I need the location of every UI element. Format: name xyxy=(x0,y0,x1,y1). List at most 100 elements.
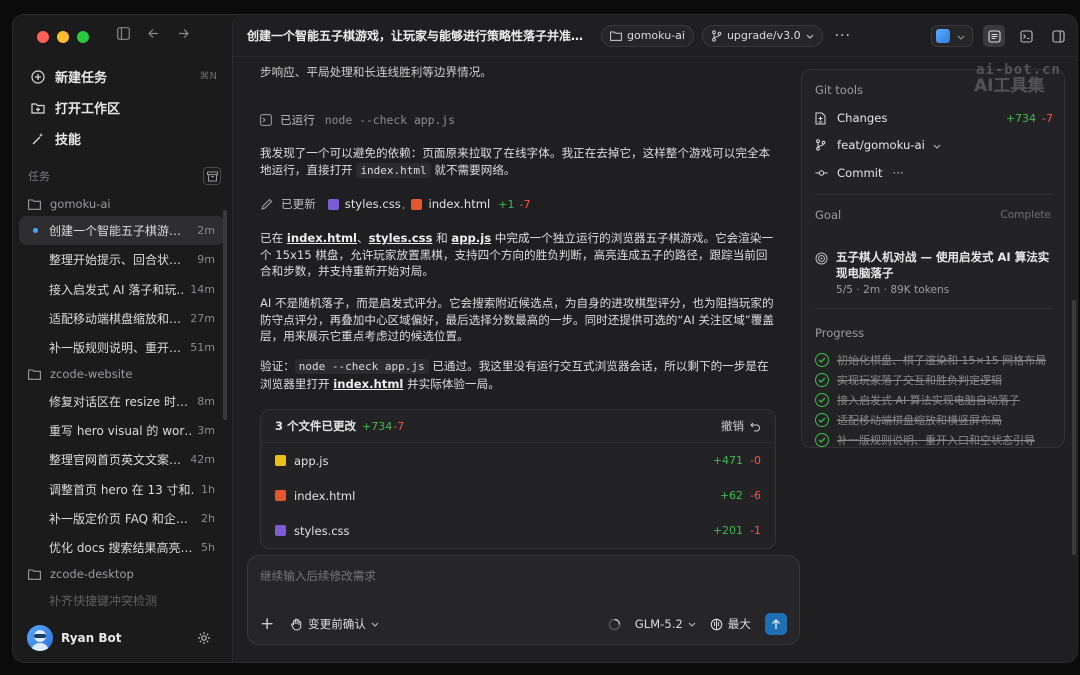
folder-icon xyxy=(610,31,622,41)
sidebar-scrollbar[interactable] xyxy=(223,210,227,420)
task-item[interactable]: 调整首页 hero 在 13 寸和… 1h xyxy=(19,474,225,503)
file-link[interactable]: app.js xyxy=(451,231,491,245)
model-selector[interactable]: GLM-5.2 xyxy=(635,617,696,631)
close-window-button[interactable] xyxy=(37,31,49,43)
task-item[interactable]: 补一版定价页 FAQ 和企… 2h xyxy=(19,504,225,533)
gear-icon[interactable] xyxy=(197,631,213,647)
chevron-down-icon xyxy=(806,29,814,42)
changed-file-row[interactable]: styles.css +201 -1 xyxy=(261,513,775,548)
lines-removed: -7 xyxy=(519,197,531,211)
task-item[interactable]: 修复对话区在 resize 时… 8m xyxy=(19,386,225,415)
task-title: 补一版定价页 FAQ 和企… xyxy=(49,511,188,526)
conversation-title: 创建一个智能五子棋游戏，让玩家与能够进行策略性落子并准确判断… xyxy=(247,29,593,43)
task-time: 8m xyxy=(197,394,215,408)
minimize-window-button[interactable] xyxy=(57,31,69,43)
commit-row[interactable]: Commit ··· xyxy=(815,166,1053,180)
progress-text: 接入启发式 AI 算法实现电脑自动落子 xyxy=(837,394,1020,407)
task-item[interactable]: 重写 hero visual 的 wor… 3m xyxy=(19,416,225,445)
branch-selector[interactable]: upgrade/v3.0 xyxy=(701,24,823,47)
file-link[interactable]: styles.css xyxy=(369,231,433,245)
task-item[interactable]: 创建一个智能五子棋游… 2m xyxy=(19,216,225,246)
file-link[interactable]: index.html xyxy=(287,231,357,245)
conversation: 步响应、平局处理和长连线胜利等边界情况。 已运行 node --check ap… xyxy=(233,58,803,558)
task-title: 重写 hero visual 的 wor… xyxy=(49,423,192,438)
changes-added: +734 xyxy=(1005,111,1037,125)
user-profile[interactable]: Ryan Bot xyxy=(27,625,121,651)
notes-panel-button[interactable] xyxy=(983,25,1005,47)
composer-input[interactable]: 继续输入后续修改需求 xyxy=(260,568,376,584)
task-item[interactable]: 适配移动端棋盘缩放和… 27m xyxy=(19,304,225,333)
composer[interactable]: 继续输入后续修改需求 + 变更前确认 GLM-5.2 最大 xyxy=(247,555,800,645)
add-attachment-button[interactable]: + xyxy=(260,614,280,634)
magic-wand-icon xyxy=(29,130,47,148)
terminal-button[interactable] xyxy=(1015,25,1037,47)
tool-run-line[interactable]: 已运行 node --check app.js xyxy=(260,112,455,128)
task-time: 2h xyxy=(201,511,215,525)
back-arrow-icon[interactable] xyxy=(145,27,161,44)
goal-status: Complete xyxy=(1000,209,1051,221)
task-item[interactable]: 整理官网首页英文文案… 42m xyxy=(19,445,225,474)
more-options-button[interactable]: ··· xyxy=(835,28,851,44)
task-time: 14m xyxy=(190,282,215,296)
task-time: 1h xyxy=(201,482,215,496)
task-time: 42m xyxy=(190,453,215,467)
task-group-gomoku-ai[interactable]: gomoku-ai xyxy=(19,192,225,216)
group-name: zcode-website xyxy=(50,367,133,382)
top-right-toolbar xyxy=(931,25,1069,47)
toggle-right-panel-button[interactable] xyxy=(1047,25,1069,47)
changes-removed: -7 xyxy=(1042,111,1053,125)
folder-icon xyxy=(28,369,42,380)
commit-more-button[interactable]: ··· xyxy=(893,166,904,180)
repo-selector[interactable]: gomoku-ai xyxy=(601,24,694,47)
file-link[interactable]: index.html xyxy=(333,377,403,391)
tool-update-line[interactable]: 已更新 styles.css , index.html +1 -7 xyxy=(260,196,530,212)
user-name: Ryan Bot xyxy=(61,631,122,645)
changed-files-header: 3 个文件已更改 +734 -7 撤销 xyxy=(261,410,775,443)
progress-item: 接入启发式 AI 算法实现电脑自动落子 xyxy=(815,392,1055,408)
task-title: 整理开始提示、回合状… xyxy=(49,253,182,268)
forward-arrow-icon[interactable] xyxy=(175,27,191,44)
task-item[interactable]: 优化 docs 搜索结果高亮… 5h xyxy=(19,533,225,562)
task-item[interactable]: 整理开始提示、回合状… 9m xyxy=(19,245,225,274)
skills-button[interactable]: 技能 xyxy=(23,123,223,154)
main-scrollbar[interactable] xyxy=(1072,300,1076,555)
new-task-button[interactable]: 新建任务 ⌘N xyxy=(23,61,223,92)
changes-row[interactable]: Changes +734 -7 xyxy=(815,111,1053,125)
task-group-zcode-desktop[interactable]: zcode-desktop xyxy=(19,562,225,586)
file-diff-stats: +201 -1 xyxy=(713,524,761,537)
js-file-icon xyxy=(275,455,286,466)
changed-file-row[interactable]: app.js +471 -0 xyxy=(261,443,775,478)
file-chip[interactable]: styles.css xyxy=(327,197,401,211)
total-added: +734 xyxy=(362,419,393,433)
message-text: 验证： node --check app.js 已通过。我这里没有运行交互式浏览器… xyxy=(260,358,776,392)
task-item[interactable]: 补齐快捷键冲突检测 xyxy=(19,586,225,610)
message-text: 已在 index.html、styles.css 和 app.js 中完成一个独… xyxy=(260,230,776,280)
message-segment: 就不需要网络。 xyxy=(430,162,516,177)
maximize-window-button[interactable] xyxy=(77,31,89,43)
archive-icon[interactable] xyxy=(203,167,221,185)
effort-selector[interactable]: 最大 xyxy=(710,616,751,632)
open-in-app-selector[interactable] xyxy=(931,25,973,47)
progress-item: 初始化棋盘、棋子渲染和 15×15 网格布局 xyxy=(815,352,1055,368)
progress-text: 补一版规则说明、重开入口和空状态引导 xyxy=(837,434,1035,447)
hand-icon xyxy=(291,618,302,631)
branch-row[interactable]: feat/gomoku-ai xyxy=(815,138,1053,152)
task-group-zcode-website[interactable]: zcode-website xyxy=(19,362,225,386)
file-diff-stats: +471 -0 xyxy=(713,454,761,467)
undo-button[interactable]: 撤销 xyxy=(721,418,761,434)
sidebar-nav: 新建任务 ⌘N 打开工作区 技能 xyxy=(23,61,223,154)
ran-label: 已运行 xyxy=(280,113,315,127)
task-item[interactable]: 接入启发式 AI 落子和玩… 14m xyxy=(19,275,225,304)
send-button[interactable] xyxy=(765,613,787,635)
lines-removed: -1 xyxy=(750,524,761,537)
top-bar: 创建一个智能五子棋游戏，让玩家与能够进行策略性落子并准确判断… gomoku-a… xyxy=(233,15,1077,57)
changed-files-card: 3 个文件已更改 +734 -7 撤销 app.js +471 -0 index… xyxy=(260,409,776,549)
open-workspace-button[interactable]: 打开工作区 xyxy=(23,92,223,123)
app-window: 新建任务 ⌘N 打开工作区 技能 任务 gomoku-ai 创建一个智能五子棋游… xyxy=(12,14,1078,663)
task-item[interactable]: 补一版规则说明、重开… 51m xyxy=(19,333,225,362)
changed-file-row[interactable]: index.html +62 -6 xyxy=(261,478,775,513)
toggle-sidebar-icon[interactable] xyxy=(115,27,131,44)
file-chip[interactable]: index.html xyxy=(411,197,490,211)
approval-mode-selector[interactable]: 变更前确认 xyxy=(290,616,379,632)
file-name: styles.css xyxy=(294,523,350,538)
